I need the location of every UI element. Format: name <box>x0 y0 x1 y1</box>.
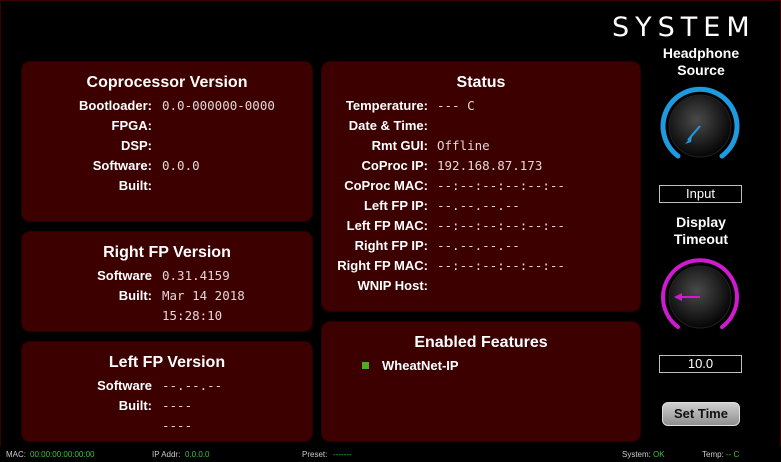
coprocessor-version-panel: Coprocessor Version Bootloader: 0.0-0000… <box>21 61 313 222</box>
coproc-ip-label: CoProc IP: <box>361 158 428 173</box>
bootloader-value: 0.0-000000-0000 <box>162 98 275 113</box>
built-label: Built: <box>118 398 152 413</box>
info-row: Built: Mar 14 2018 <box>22 288 312 308</box>
info-row: 15:28:10 <box>22 308 312 328</box>
coproc-mac-value: --:--:--:--:--:-- <box>437 178 565 193</box>
display-label-line1: Display <box>676 214 726 230</box>
info-row: Built: <box>22 178 312 198</box>
mac-value: 00:00:00:00:00:00 <box>30 450 95 459</box>
info-row: Bootloader: 0.0-000000-0000 <box>22 98 312 118</box>
temperature-value: --- C <box>437 98 475 113</box>
right-fp-mac-value: --:--:--:--:--:-- <box>437 258 565 273</box>
status-title: Status <box>456 74 506 91</box>
feature-enabled-icon <box>362 362 369 369</box>
right-fp-ip-label: Right FP IP: <box>354 238 428 253</box>
status-row-date-time: Date & Time: <box>322 118 640 138</box>
info-row: Software --.--.-- <box>22 378 312 398</box>
headphone-source-knob[interactable] <box>658 84 742 168</box>
temperature-label: Temperature: <box>345 98 428 113</box>
bottom-status-bar: MAC: 00:00:00:00:00:00 IP Addr: 0.0.0.0 … <box>0 446 781 462</box>
status-panel: Status Temperature: --- C Date & Time: Rmt … <box>321 61 641 312</box>
software-value: 0.31.4159 <box>162 268 230 283</box>
left-fp-version-panel: Left FP Version Software --.--.-- Built:… <box>21 341 313 442</box>
display-timeout-label: Display Timeout <box>646 214 756 248</box>
status-row-left-fp-ip: Left FP IP: --.--.--.-- <box>322 198 640 218</box>
enabled-features-title: Enabled Features <box>414 334 548 351</box>
software-value: --.--.-- <box>162 378 223 393</box>
info-row: FPGA: <box>22 118 312 138</box>
built-date-value: ---- <box>162 398 193 413</box>
temp-value: -- C <box>726 450 740 459</box>
info-row: DSP: <box>22 138 312 158</box>
right-fp-mac-label: Right FP MAC: <box>337 258 428 273</box>
bootloader-label: Bootloader: <box>79 98 152 113</box>
left-fp-mac-value: --:--:--:--:--:-- <box>437 218 565 233</box>
status-row-coproc-ip: CoProc IP: 192.168.87.173 <box>322 158 640 178</box>
rmt-gui-label: Rmt GUI: <box>371 138 428 153</box>
info-row: Built: ---- <box>22 398 312 418</box>
built-time-value: 15:28:10 <box>162 308 223 323</box>
status-row-rmt-gui: Rmt GUI: Offline <box>322 138 640 158</box>
left-fp-version-title: Left FP Version <box>108 354 226 371</box>
display-label-line2: Timeout <box>673 231 729 247</box>
display-timeout-value: 10.0 <box>659 355 742 373</box>
built-date-value: Mar 14 2018 <box>162 288 245 303</box>
software-label: Software: <box>92 158 152 173</box>
display-timeout-knob[interactable] <box>658 255 742 339</box>
headphone-label-line1: Headphone <box>662 45 740 61</box>
temp-label: Temp: <box>702 450 724 459</box>
ip-label: IP Addr: <box>152 450 181 459</box>
left-fp-ip-label: Left FP IP: <box>363 198 428 213</box>
right-fp-version-title: Right FP Version <box>103 244 231 261</box>
enabled-features-panel: Enabled Features WheatNet-IP <box>321 321 641 442</box>
info-row: Software 0.31.4159 <box>22 268 312 288</box>
page-title: SYSTEM <box>612 12 756 43</box>
status-row-wnip-host: WNIP Host: <box>322 278 640 298</box>
software-label: Software <box>97 268 152 283</box>
built-label: Built: <box>118 288 152 303</box>
system-label: System: <box>622 450 651 459</box>
right-fp-version-panel: Right FP Version Software 0.31.4159 Buil… <box>21 231 313 332</box>
left-fp-mac-label: Left FP MAC: <box>346 218 428 233</box>
left-fp-ip-value: --.--.--.-- <box>437 198 520 213</box>
headphone-label-line2: Source <box>677 62 725 78</box>
status-row-left-fp-mac: Left FP MAC: --:--:--:--:--:-- <box>322 218 640 238</box>
set-time-button[interactable]: Set Time <box>662 402 740 426</box>
status-row-coproc-mac: CoProc MAC: --:--:--:--:--:-- <box>322 178 640 198</box>
ip-value: 0.0.0.0 <box>185 450 210 459</box>
built-time-value: ---- <box>162 418 193 433</box>
right-fp-ip-value: --.--.--.-- <box>437 238 520 253</box>
wnip-host-label: WNIP Host: <box>357 278 428 293</box>
fpga-label: FPGA: <box>111 118 152 133</box>
info-row: Software: 0.0.0 <box>22 158 312 178</box>
date-time-label: Date & Time: <box>348 118 428 133</box>
preset-label: Preset: <box>302 450 328 459</box>
dsp-label: DSP: <box>120 138 152 153</box>
headphone-source-value: Input <box>659 185 742 203</box>
software-label: Software <box>97 378 152 393</box>
coproc-ip-value: 192.168.87.173 <box>437 158 543 173</box>
status-row-temperature: Temperature: --- C <box>322 98 640 118</box>
coproc-mac-label: CoProc MAC: <box>344 178 428 193</box>
info-row: ---- <box>22 418 312 438</box>
rmt-gui-value: Offline <box>437 138 490 153</box>
headphone-source-label: Headphone Source <box>646 45 756 79</box>
built-label: Built: <box>118 178 152 193</box>
preset-value: ------- <box>333 450 352 459</box>
system-status-value: OK <box>653 450 665 459</box>
mac-label: MAC: <box>6 450 26 459</box>
status-row-right-fp-ip: Right FP IP: --.--.--.-- <box>322 238 640 258</box>
coprocessor-version-title: Coprocessor Version <box>86 74 248 91</box>
software-value: 0.0.0 <box>162 158 200 173</box>
status-row-right-fp-mac: Right FP MAC: --:--:--:--:--:-- <box>322 258 640 278</box>
feature-item: WheatNet-IP <box>382 358 459 373</box>
